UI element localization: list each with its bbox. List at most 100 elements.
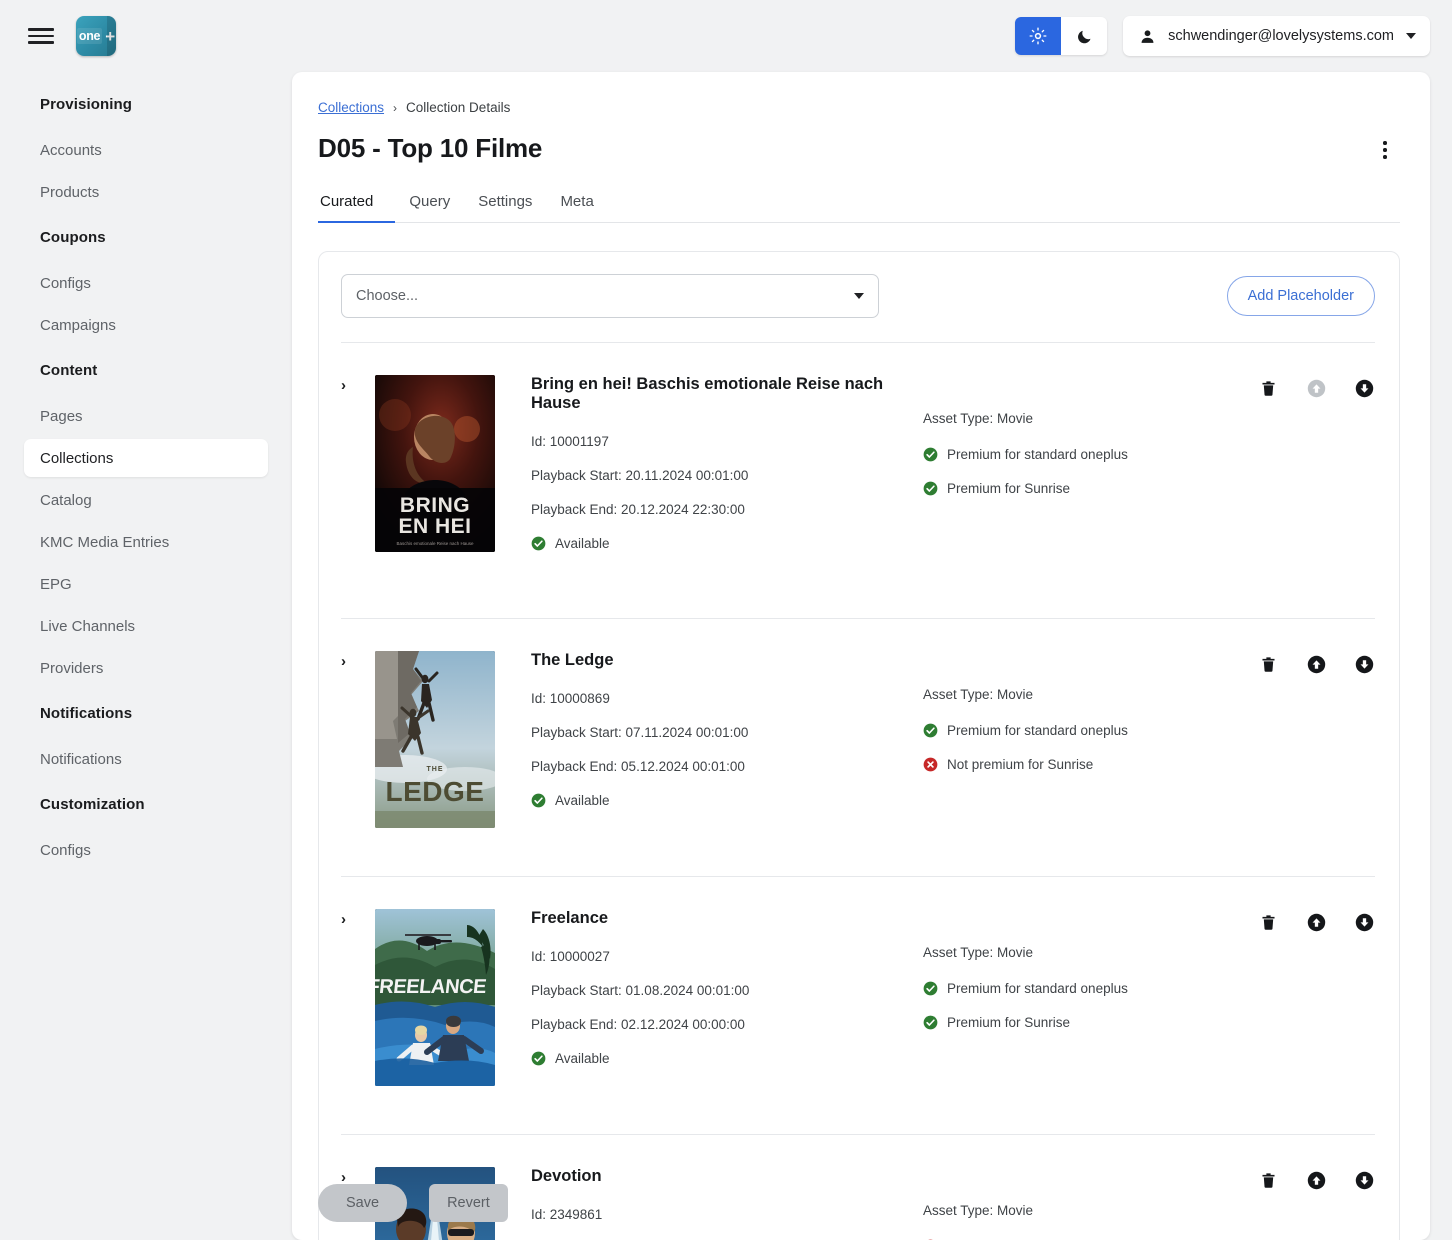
error-circle-icon [923, 757, 938, 772]
breadcrumb-separator-icon: › [393, 101, 397, 115]
expand-row-chevron-right-icon[interactable]: › [341, 375, 375, 570]
item-actions [1257, 375, 1375, 570]
sidebar-item-pages[interactable]: Pages [24, 397, 268, 435]
sidebar-item-kmc-media-entries[interactable]: KMC Media Entries [24, 523, 268, 561]
item-playback-start: Playback Start: 20.11.2024 00:01:00 [531, 468, 923, 483]
chevron-down-icon [1406, 33, 1416, 39]
user-account-button[interactable]: schwendinger@lovelysystems.com [1123, 16, 1430, 56]
item-availability-label: Available [555, 1051, 610, 1066]
revert-button[interactable]: Revert [429, 1184, 508, 1222]
page-title-row: D05 - Top 10 Filme [318, 133, 1400, 167]
sidebar-group-title: Customization [0, 782, 292, 827]
item-details: Bring en hei! Baschis emotionale Reise n… [531, 375, 1257, 570]
item-playback-end: Playback End: 05.12.2024 00:01:00 [531, 759, 923, 774]
move-item-up-button[interactable] [1305, 911, 1327, 933]
move-item-down-button[interactable] [1353, 377, 1375, 399]
item-details-left: Bring en hei! Baschis emotionale Reise n… [531, 375, 923, 570]
choose-select[interactable]: Choose... [341, 274, 879, 318]
item-title: The Ledge [531, 651, 923, 670]
item-id: Id: 2349861 [531, 1207, 923, 1222]
check-circle-icon [923, 447, 938, 462]
arrow-down-circle-icon[interactable] [1355, 1171, 1374, 1190]
item-id: Id: 10000869 [531, 691, 923, 706]
sidebar-item-live-channels[interactable]: Live Channels [24, 607, 268, 645]
item-asset-type: Asset Type: Movie [923, 687, 1257, 702]
item-details-left: Freelance Id: 10000027Playback Start: 01… [531, 909, 923, 1086]
trash-icon [1260, 380, 1277, 397]
item-asset-type: Asset Type: Movie [923, 411, 1257, 426]
arrow-up-circle-icon[interactable] [1307, 655, 1326, 674]
content-panel: Collections › Collection Details D05 - T… [292, 72, 1430, 1240]
sidebar-item-configs[interactable]: Configs [24, 264, 268, 302]
app-root: one + [0, 0, 1452, 1240]
sidebar-item-collections[interactable]: Collections [24, 439, 268, 477]
item-premium-flag: Premium for standard oneplus [923, 723, 1257, 738]
more-vertical-icon[interactable] [1370, 133, 1400, 167]
item-poster: THE LEDGE [375, 651, 495, 828]
item-id: Id: 10000027 [531, 949, 923, 964]
card-header: Choose... Add Placeholder [341, 274, 1375, 318]
top-bar: one + [0, 0, 1452, 72]
delete-item-button[interactable] [1257, 653, 1279, 675]
arrow-up-circle-icon[interactable] [1307, 1171, 1326, 1190]
sidebar-item-campaigns[interactable]: Campaigns [24, 306, 268, 344]
add-placeholder-button[interactable]: Add Placeholder [1227, 276, 1375, 316]
trash-icon [1260, 1172, 1277, 1189]
sidebar-item-catalog[interactable]: Catalog [24, 481, 268, 519]
hamburger-icon[interactable] [28, 23, 54, 49]
item-details-right: Asset Type: Movie Premium for standard o… [923, 375, 1257, 570]
move-item-up-button[interactable] [1305, 1169, 1327, 1191]
sidebar-item-epg[interactable]: EPG [24, 565, 268, 603]
tab-settings[interactable]: Settings [464, 193, 546, 222]
sidebar-item-configs[interactable]: Configs [24, 831, 268, 869]
trash-icon [1260, 656, 1277, 673]
move-item-down-button[interactable] [1353, 653, 1375, 675]
theme-toggle[interactable] [1015, 17, 1107, 55]
tab-query[interactable]: Query [395, 193, 464, 222]
page-title: D05 - Top 10 Filme [318, 133, 542, 164]
sidebar-item-providers[interactable]: Providers [24, 649, 268, 687]
item-asset-type: Asset Type: Movie [923, 1203, 1257, 1218]
item-premium-flag-label: Premium for standard oneplus [947, 447, 1128, 462]
item-availability: Available [531, 536, 923, 551]
item-id: Id: 10001197 [531, 434, 923, 449]
user-email-label: schwendinger@lovelysystems.com [1168, 28, 1394, 44]
tab-meta[interactable]: Meta [546, 193, 607, 222]
arrow-up-circle-icon[interactable] [1307, 913, 1326, 932]
delete-item-button[interactable] [1257, 1169, 1279, 1191]
svg-text:Baschis emotionale Reise nach: Baschis emotionale Reise nach Hause [396, 541, 474, 546]
light-mode-button[interactable] [1015, 17, 1061, 55]
curated-item-row: › [341, 876, 1375, 1112]
sidebar: ProvisioningAccountsProductsCouponsConfi… [0, 72, 292, 1240]
item-details: Devotion Id: 2349861Playback Start: 19.1… [531, 1167, 1257, 1240]
sidebar-item-products[interactable]: Products [24, 173, 268, 211]
arrow-down-circle-icon[interactable] [1355, 379, 1374, 398]
move-item-down-button[interactable] [1353, 911, 1375, 933]
item-availability: Available [531, 1051, 923, 1066]
item-actions [1257, 1167, 1375, 1240]
move-item-up-button[interactable] [1305, 653, 1327, 675]
dark-mode-button[interactable] [1061, 17, 1107, 55]
delete-item-button[interactable] [1257, 911, 1279, 933]
delete-item-button[interactable] [1257, 377, 1279, 399]
arrow-down-circle-icon[interactable] [1355, 655, 1374, 674]
curated-item-list: › BRING EN HEI Baschis emotionale Reise … [341, 342, 1375, 1240]
item-details-right: Asset Type: Movie Premium for standard o… [923, 909, 1257, 1086]
check-circle-icon [531, 793, 546, 808]
app-logo[interactable]: one + [76, 16, 116, 56]
save-button[interactable]: Save [318, 1184, 407, 1222]
sidebar-item-accounts[interactable]: Accounts [24, 131, 268, 169]
expand-row-chevron-right-icon[interactable]: › [341, 651, 375, 828]
tab-curated[interactable]: Curated [318, 193, 395, 222]
breadcrumb-link-collections[interactable]: Collections [318, 100, 384, 115]
check-circle-icon [923, 481, 938, 496]
move-item-down-button[interactable] [1353, 1169, 1375, 1191]
svg-text:EN HEI: EN HEI [398, 515, 471, 538]
sidebar-item-notifications[interactable]: Notifications [24, 740, 268, 778]
expand-row-chevron-right-icon[interactable]: › [341, 909, 375, 1086]
chevron-down-icon [854, 293, 864, 299]
breadcrumb-current: Collection Details [406, 100, 510, 115]
arrow-down-circle-icon[interactable] [1355, 913, 1374, 932]
item-details-right: Asset Type: Movie Premium for standard o… [923, 651, 1257, 828]
item-actions [1257, 651, 1375, 828]
